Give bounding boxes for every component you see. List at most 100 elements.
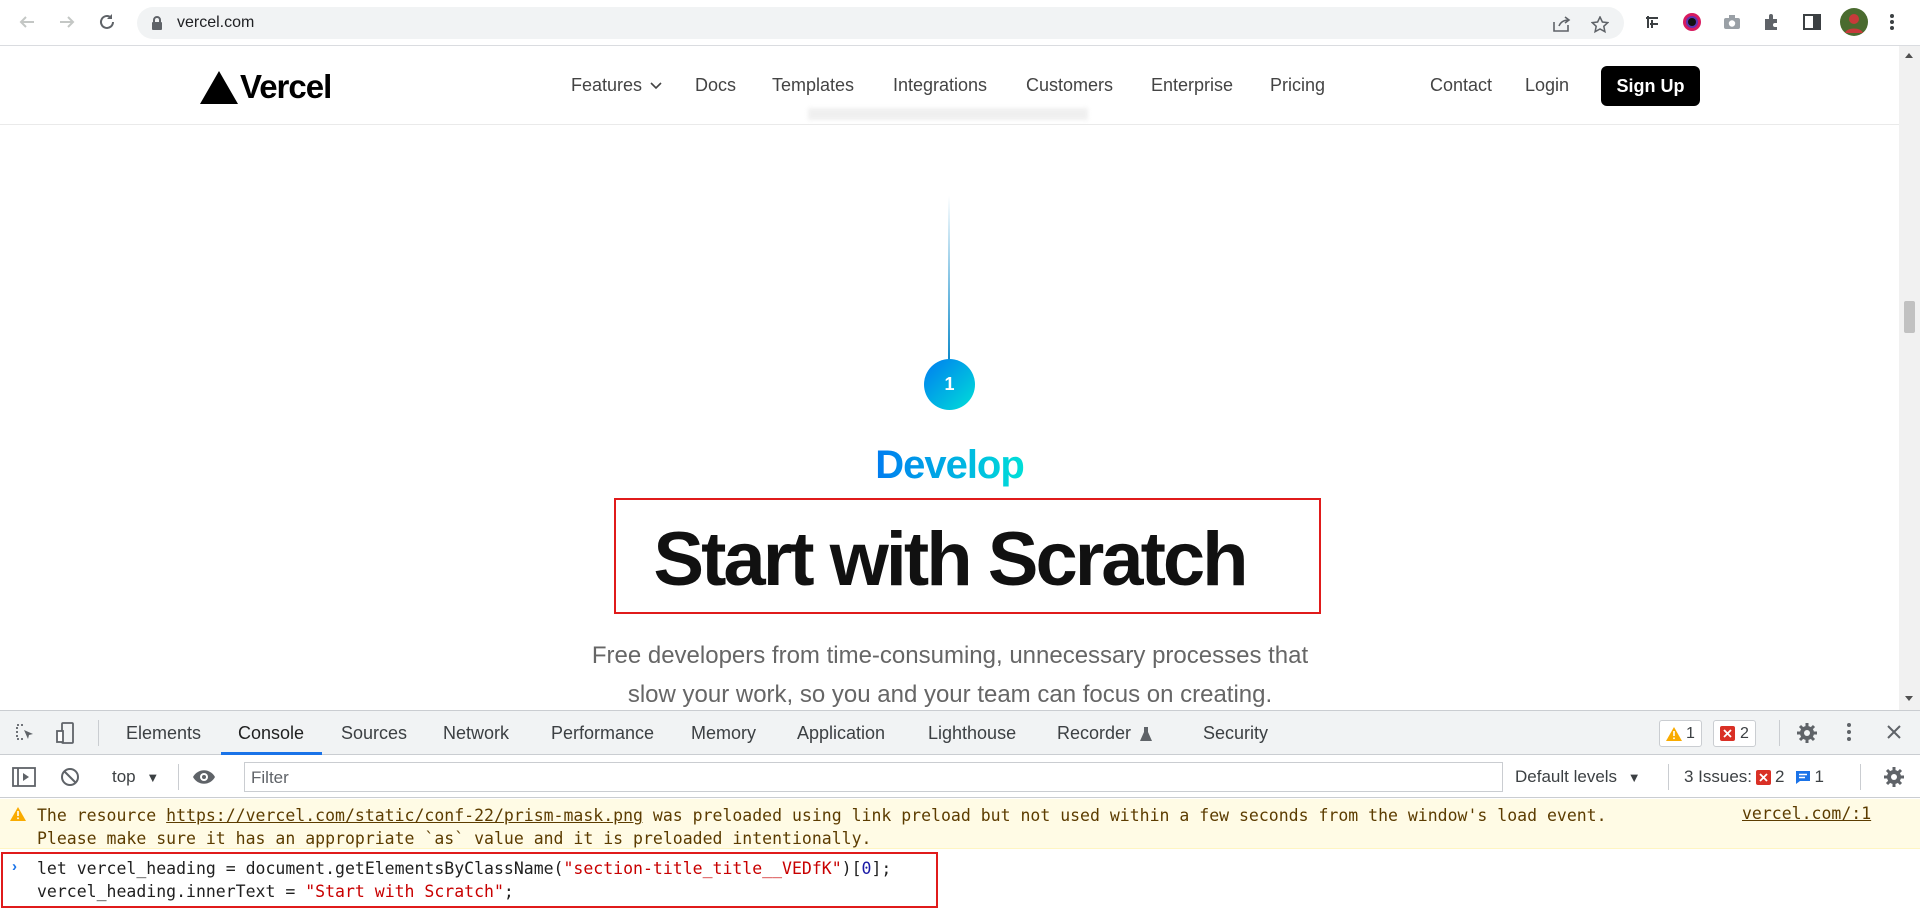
section-description-line-1: Free developers from time-consuming, unn…	[591, 642, 1309, 669]
toolbar-divider	[98, 720, 99, 746]
extensions-puzzle-icon[interactable]	[1761, 11, 1783, 33]
forward-arrow-icon	[60, 16, 75, 28]
chevron-down-icon	[650, 81, 662, 89]
clear-console-icon[interactable]	[60, 767, 80, 787]
nav-integrations[interactable]: Integrations	[893, 75, 987, 96]
toolbar-divider	[1779, 720, 1780, 746]
warnings-badge[interactable]: 1	[1659, 720, 1702, 747]
tab-sources[interactable]: Sources	[341, 723, 407, 744]
cmd-line1-code: let vercel_heading = document.getElement…	[37, 859, 564, 878]
warning-prefix: The resource	[37, 806, 167, 825]
warnings-count: 1	[1686, 724, 1695, 742]
forward-button[interactable]	[54, 9, 80, 35]
nav-features[interactable]: Features	[571, 75, 662, 96]
tab-application[interactable]: Application	[797, 723, 885, 744]
tab-elements[interactable]: Elements	[126, 723, 201, 744]
nav-templates[interactable]: Templates	[772, 75, 854, 96]
cmd-line1-end: ];	[871, 859, 892, 878]
nav-enterprise[interactable]: Enterprise	[1151, 75, 1233, 96]
logo-text: Vercel	[240, 68, 332, 105]
dropdown-triangle-icon: ▼	[1627, 770, 1641, 785]
warning-icon	[10, 807, 26, 821]
web-page: Vercel Features Docs Templates Integrati…	[0, 46, 1899, 710]
console-warning-message: The resource https://vercel.com/static/c…	[0, 799, 1920, 849]
error-icon	[1720, 726, 1735, 741]
side-panel-icon[interactable]	[1801, 11, 1823, 33]
warning-source-link[interactable]: vercel.com/:1	[1742, 804, 1871, 823]
sign-up-button[interactable]: Sign Up	[1601, 66, 1700, 106]
console-prompt-chevron-icon: ›	[12, 858, 17, 875]
cmd-line2-string: "Start with Scratch"	[305, 882, 504, 901]
nav-pricing[interactable]: Pricing	[1270, 75, 1325, 96]
step-connector-line	[948, 196, 950, 364]
warning-suffix: was preloaded using link preload but not…	[642, 806, 1607, 825]
nav-docs[interactable]: Docs	[695, 75, 736, 96]
nav-customers[interactable]: Customers	[1026, 75, 1113, 96]
sidebar-toggle-icon[interactable]	[12, 767, 36, 787]
devtools-settings-gear-icon[interactable]	[1796, 722, 1818, 744]
cmd-line1-number: 0	[861, 859, 872, 878]
toolbar-divider	[1860, 764, 1861, 790]
flask-icon	[1140, 726, 1153, 741]
step-number-badge: 1	[924, 359, 975, 410]
device-toolbar-icon[interactable]	[55, 722, 77, 744]
tab-performance[interactable]: Performance	[551, 723, 654, 744]
share-icon[interactable]	[1553, 16, 1571, 32]
back-button[interactable]	[14, 9, 40, 35]
log-levels-dropdown[interactable]: Default levels ▼	[1515, 767, 1641, 787]
tab-recorder-label: Recorder	[1057, 723, 1132, 743]
eye-icon[interactable]	[192, 769, 216, 785]
browser-menu-icon[interactable]	[1881, 11, 1903, 33]
reload-button[interactable]	[94, 9, 120, 35]
scrollbar-thumb[interactable]	[1904, 301, 1915, 333]
tab-lighthouse[interactable]: Lighthouse	[928, 723, 1016, 744]
active-tab-indicator	[221, 752, 322, 755]
devtools-more-icon[interactable]	[1846, 722, 1852, 742]
warning-line-2: Please make sure it has an appropriate `…	[37, 829, 872, 848]
warning-icon	[1666, 726, 1682, 741]
tab-network[interactable]: Network	[443, 723, 509, 744]
scroll-down-arrow-icon[interactable]	[1905, 696, 1913, 701]
bookmark-star-icon[interactable]	[1591, 16, 1609, 34]
warning-resource-link[interactable]: https://vercel.com/static/conf-22/prism-…	[166, 806, 643, 825]
cmd-line2-code: vercel_heading.innerText =	[37, 882, 306, 901]
blurred-background-text	[808, 108, 1088, 120]
page-scrollbar[interactable]	[1899, 46, 1920, 710]
console-input-entry[interactable]: › let vercel_heading = document.getEleme…	[0, 850, 1920, 922]
issues-info-count: 1	[1814, 767, 1824, 786]
extension-grid-icon[interactable]	[1641, 11, 1663, 33]
tab-console[interactable]: Console	[238, 723, 304, 744]
console-settings-gear-icon[interactable]	[1883, 766, 1905, 788]
lock-icon	[152, 16, 162, 30]
browser-toolbar: vercel.com	[0, 0, 1920, 46]
context-selector[interactable]: top ▼	[112, 767, 159, 787]
devtools-panel: Elements Console Sources Network Perform…	[0, 710, 1920, 922]
section-description-line-2: slow your work, so you and your team can…	[627, 681, 1273, 708]
log-levels-label: Default levels	[1515, 767, 1618, 786]
devtools-tab-bar: Elements Console Sources Network Perform…	[0, 711, 1920, 755]
errors-badge[interactable]: 2	[1713, 720, 1756, 747]
error-icon	[1756, 769, 1772, 785]
color-picker-extension-icon[interactable]	[1681, 11, 1703, 33]
errors-count: 2	[1740, 724, 1749, 742]
profile-avatar[interactable]	[1840, 8, 1868, 36]
vercel-logo[interactable]: Vercel	[200, 68, 332, 106]
close-devtools-icon[interactable]	[1886, 724, 1902, 740]
nav-login[interactable]: Login	[1525, 75, 1569, 96]
camera-icon[interactable]	[1721, 11, 1743, 33]
inspect-element-icon[interactable]	[14, 722, 36, 744]
tab-recorder[interactable]: Recorder	[1057, 723, 1153, 744]
scroll-up-arrow-icon[interactable]	[1905, 53, 1913, 58]
console-filter-input[interactable]: Filter	[244, 762, 1503, 792]
address-bar[interactable]: vercel.com	[137, 7, 1624, 39]
url-text: vercel.com	[177, 14, 255, 31]
issues-counter[interactable]: 3 Issues: 2 1	[1684, 767, 1824, 787]
issues-error-count: 2	[1775, 767, 1785, 786]
tab-security[interactable]: Security	[1203, 723, 1268, 744]
filter-placeholder: Filter	[251, 768, 289, 787]
console-command-text[interactable]: let vercel_heading = document.getElement…	[37, 857, 891, 903]
tab-memory[interactable]: Memory	[691, 723, 756, 744]
nav-contact[interactable]: Contact	[1430, 75, 1492, 96]
dropdown-triangle-icon: ▼	[146, 770, 160, 785]
issues-label: 3 Issues:	[1684, 767, 1753, 786]
